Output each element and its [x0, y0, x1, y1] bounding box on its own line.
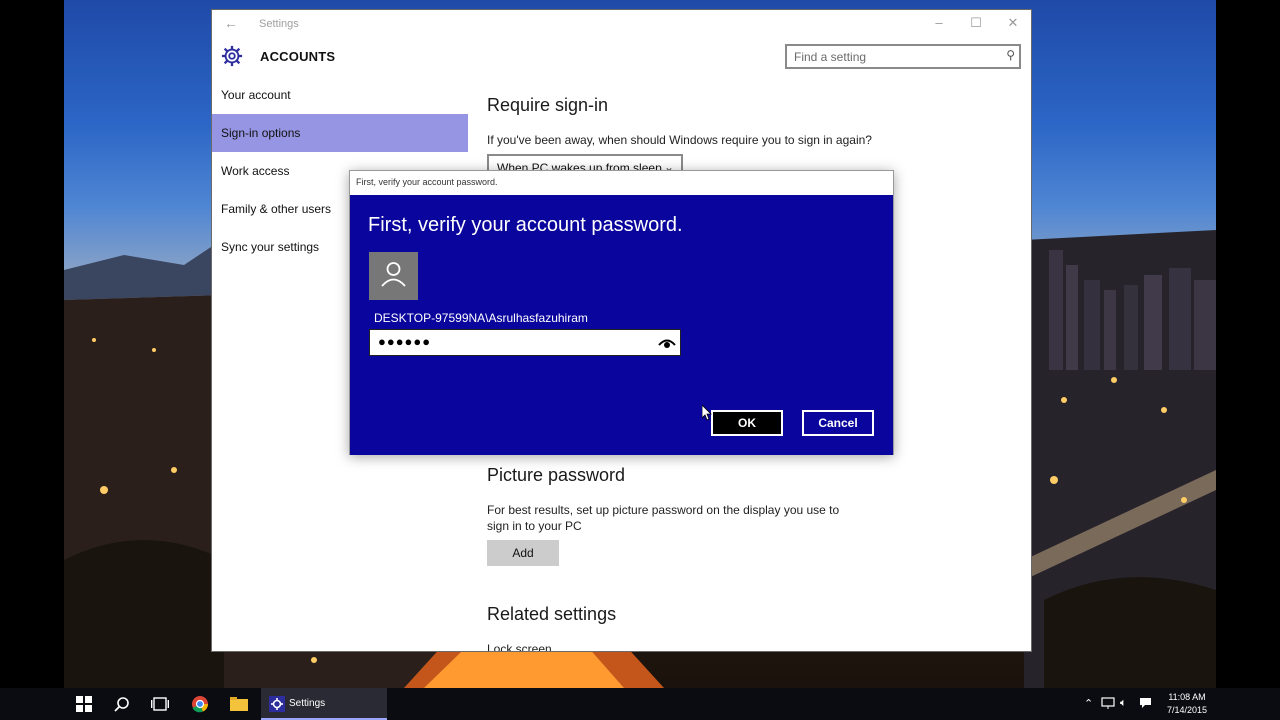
cortana-search-icon[interactable]	[102, 688, 142, 720]
search-input[interactable]: Find a setting ⚲	[785, 44, 1021, 69]
mouse-cursor-icon	[702, 405, 712, 421]
taskbar-clock[interactable]: 11:08 AM 7/14/2015	[1158, 691, 1216, 717]
window-title: Settings	[259, 18, 299, 30]
taskbar-settings-label: Settings	[289, 698, 326, 709]
dialog-heading: First, verify your account password.	[368, 214, 683, 236]
taskbar-settings-button[interactable]: Settings	[261, 688, 387, 720]
volume-icon[interactable]: 🔈︎	[1120, 697, 1127, 710]
password-field[interactable]: ●●●●●●	[369, 329, 681, 356]
gear-icon	[269, 696, 285, 712]
chrome-icon[interactable]	[180, 688, 220, 720]
search-placeholder: Find a setting	[794, 50, 867, 64]
gear-icon	[221, 45, 243, 67]
minimize-button[interactable]: –	[929, 15, 949, 30]
require-signin-heading: Require sign-in	[487, 95, 609, 115]
require-signin-question: If you've been away, when should Windows…	[487, 133, 872, 147]
account-name: DESKTOP-97599NA\Asrulhasfazuhiram	[374, 311, 588, 325]
reveal-password-eye-icon[interactable]	[658, 335, 676, 351]
task-view-icon[interactable]	[140, 688, 180, 720]
cancel-button[interactable]: Cancel	[802, 410, 874, 436]
dialog-titlebar: First, verify your account password.	[356, 177, 498, 187]
back-arrow-icon[interactable]: ←	[224, 15, 238, 31]
action-center-icon[interactable]	[1139, 697, 1152, 712]
user-avatar-icon	[369, 252, 418, 300]
clock-date: 7/14/2015	[1166, 705, 1208, 715]
sidebar-item-your-account[interactable]: Your account	[212, 76, 468, 114]
picture-password-heading: Picture password	[487, 465, 626, 485]
clock-time: 11:08 AM	[1168, 692, 1206, 702]
section-title: ACCOUNTS	[260, 49, 336, 64]
search-icon[interactable]: ⚲	[1006, 48, 1015, 62]
taskbar: Settings ⌃ 🔈︎ 11:08 AM 7/14/2015	[0, 688, 1280, 720]
maximize-button[interactable]: ☐	[966, 15, 986, 31]
sidebar-item-sign-in-options[interactable]: Sign-in options	[212, 114, 468, 152]
show-hidden-icons-icon[interactable]: ⌃	[1084, 697, 1093, 710]
related-settings-heading: Related settings	[487, 604, 617, 624]
file-explorer-icon[interactable]	[219, 688, 259, 720]
close-button[interactable]: ✕	[1003, 15, 1023, 31]
ok-button[interactable]: OK	[711, 410, 783, 436]
picture-password-description: For best results, set up picture passwor…	[487, 503, 840, 533]
password-value: ●●●●●●	[378, 334, 432, 349]
add-picture-password-button[interactable]: Add	[487, 540, 559, 566]
lock-screen-link[interactable]: Lock screen	[487, 641, 552, 651]
screen: ← Settings – ☐ ✕ ACCOUNTS Find a setting…	[0, 0, 1280, 720]
dialog-body: First, verify your account password. DES…	[350, 195, 893, 455]
window-titlebar: ← Settings – ☐ ✕	[212, 10, 1031, 38]
verify-password-dialog: First, verify your account password. Fir…	[349, 170, 894, 455]
windows-start-icon[interactable]	[64, 688, 104, 720]
network-icon[interactable]	[1101, 697, 1115, 712]
